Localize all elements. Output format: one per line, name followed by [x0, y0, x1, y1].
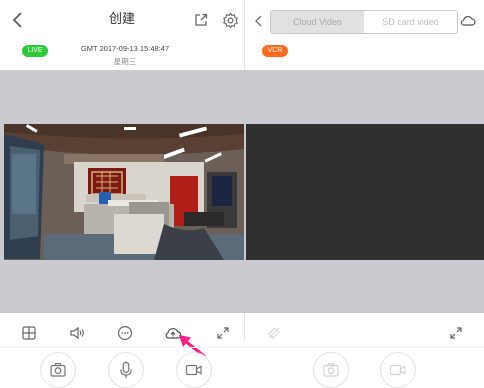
- share-icon[interactable]: [193, 12, 209, 28]
- playback-record-button[interactable]: [380, 352, 416, 388]
- live-video-feed[interactable]: [4, 124, 244, 260]
- cloud-icon[interactable]: [460, 14, 476, 28]
- live-badge: LIVE: [22, 45, 48, 57]
- right-fullscreen-icon[interactable]: [445, 322, 467, 344]
- video-record-icon: [389, 363, 407, 377]
- right-back-icon[interactable]: [254, 14, 264, 28]
- microphone-icon: [119, 361, 133, 379]
- bottom-divider: [0, 347, 484, 348]
- tab-sd-card-video[interactable]: SD card video: [364, 11, 457, 33]
- chat-icon[interactable]: [114, 322, 136, 344]
- record-button[interactable]: [176, 352, 212, 388]
- snapshot-button[interactable]: [40, 352, 76, 388]
- timestamp: GMT 2017-09-13 15:48:47: [80, 44, 170, 53]
- camera-icon: [49, 362, 67, 378]
- weekday: 星期三: [113, 57, 137, 66]
- grid-icon[interactable]: [18, 322, 40, 344]
- playback-snapshot-button[interactable]: [313, 352, 349, 388]
- video-source-tabs: Cloud Video SD card video: [270, 10, 458, 34]
- speaker-icon[interactable]: [66, 322, 88, 344]
- microphone-button[interactable]: [108, 352, 144, 388]
- tab-cloud-video[interactable]: Cloud Video: [271, 11, 364, 33]
- video-record-icon: [185, 363, 203, 377]
- vcr-badge: VCR: [262, 45, 288, 57]
- playback-video-feed[interactable]: [246, 124, 484, 260]
- gear-icon[interactable]: [222, 12, 239, 29]
- fullscreen-icon[interactable]: [212, 322, 234, 344]
- camera-icon: [322, 362, 340, 378]
- mute-icon[interactable]: [263, 322, 285, 344]
